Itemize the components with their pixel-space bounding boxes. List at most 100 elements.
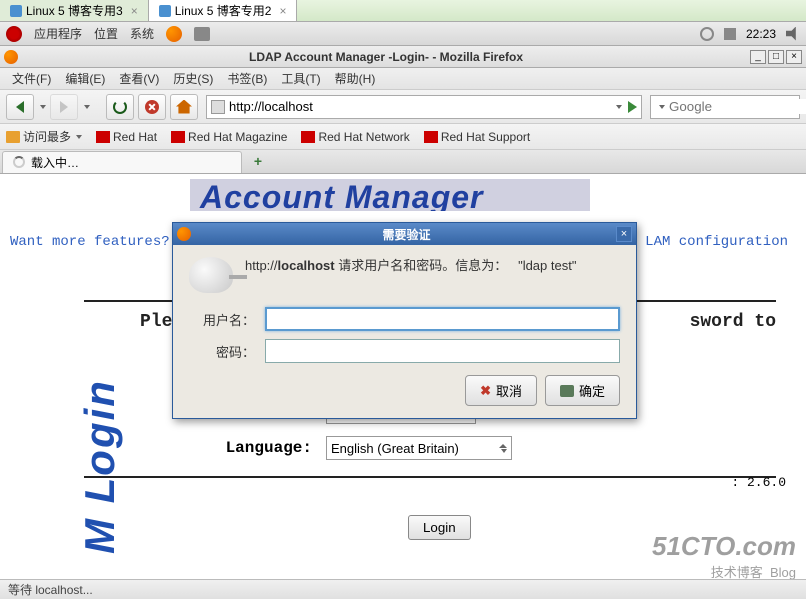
language-label: Language: (202, 439, 312, 457)
clock[interactable]: 22:23 (746, 27, 776, 41)
update-icon[interactable] (724, 28, 736, 40)
close-button[interactable]: × (786, 50, 802, 64)
auth-dialog: 需要验证 × http://localhost 请求用户名和密码。信息为： "l… (172, 222, 637, 419)
bookmark-label: Red Hat Magazine (188, 130, 287, 144)
ok-label: 确定 (579, 381, 605, 400)
vm-tab-label: Linux 5 博客专用2 (175, 2, 272, 19)
bookmark-label: Red Hat Network (318, 130, 409, 144)
menu-view[interactable]: 查看(V) (113, 68, 165, 89)
firefox-icon (177, 227, 191, 241)
gnome-panel: 应用程序 位置 系统 22:23 (0, 22, 806, 46)
menu-edit[interactable]: 编辑(E) (59, 68, 111, 89)
dialog-username-input[interactable] (265, 307, 620, 331)
dialog-username-label: 用户名： (189, 310, 265, 329)
lam-config-link[interactable]: LAM configuration (645, 234, 788, 250)
new-tab-button[interactable]: + (248, 153, 268, 171)
login-button[interactable]: Login (408, 515, 471, 540)
statusbar: 等待 localhost... (0, 579, 806, 599)
vm-icon (159, 5, 171, 17)
menu-help[interactable]: 帮助(H) (329, 68, 382, 89)
close-icon[interactable]: × (279, 4, 286, 18)
arrow-left-icon (16, 101, 24, 113)
dialog-password-label: 密码： (189, 342, 265, 361)
close-icon[interactable]: × (131, 4, 138, 18)
bookmark-rhmag[interactable]: Red Hat Magazine (171, 130, 287, 144)
reload-icon (113, 100, 127, 114)
site-identity-icon[interactable] (211, 100, 225, 114)
loading-spinner-icon (13, 156, 25, 168)
reload-button[interactable] (106, 94, 134, 120)
printer-icon[interactable] (194, 27, 210, 41)
page-tab-loading[interactable]: 载入中… (2, 151, 242, 173)
ok-button[interactable]: 确定 (545, 375, 620, 406)
maximize-button[interactable]: □ (768, 50, 784, 64)
nav-toolbar (0, 90, 806, 124)
language-value: English (Great Britain) (331, 441, 459, 456)
stop-button[interactable] (138, 94, 166, 120)
volume-icon[interactable] (786, 27, 800, 41)
url-input[interactable] (229, 99, 614, 114)
folder-icon (6, 131, 20, 143)
menu-system[interactable]: 系统 (130, 25, 154, 42)
cancel-label: 取消 (496, 381, 522, 400)
bookmark-rhsup[interactable]: Red Hat Support (424, 130, 530, 144)
redhat-icon (424, 131, 438, 143)
menu-history[interactable]: 历史(S) (167, 68, 219, 89)
redhat-icon (301, 131, 315, 143)
home-icon (176, 100, 192, 114)
lam-banner: Account Manager (190, 179, 590, 211)
dialog-close-button[interactable]: × (616, 226, 632, 242)
menu-file[interactable]: 文件(F) (6, 68, 57, 89)
menubar: 文件(F) 编辑(E) 查看(V) 历史(S) 书签(B) 工具(T) 帮助(H… (0, 68, 806, 90)
bookmark-redhat[interactable]: Red Hat (96, 130, 157, 144)
chevron-down-icon (76, 135, 82, 139)
redhat-icon (96, 131, 110, 143)
url-bar[interactable] (206, 95, 642, 119)
login-side-text: M Login (76, 379, 124, 554)
search-box[interactable] (650, 95, 800, 119)
firefox-icon (4, 50, 18, 64)
vm-tab-2[interactable]: Linux 5 博客专用2 × (149, 0, 298, 21)
bookmark-label: Red Hat (113, 130, 157, 144)
go-button[interactable] (628, 101, 637, 113)
network-icon[interactable] (700, 27, 714, 41)
divider (84, 476, 776, 478)
back-dropdown[interactable] (40, 105, 46, 109)
chevron-icon (501, 449, 507, 453)
login-instruction-right: sword to (690, 312, 776, 332)
features-link[interactable]: Want more features? (10, 234, 170, 250)
dialog-password-input[interactable] (265, 339, 620, 363)
status-text: 等待 localhost... (8, 581, 93, 598)
menu-tools[interactable]: 工具(T) (275, 68, 326, 89)
vm-tab-1[interactable]: Linux 5 博客专用3 × (0, 0, 149, 21)
dialog-titlebar[interactable]: 需要验证 × (173, 223, 636, 245)
vm-icon (10, 5, 22, 17)
menu-applications[interactable]: 应用程序 (34, 25, 82, 42)
key-icon (189, 257, 233, 293)
bookmark-most-visited[interactable]: 访问最多 (6, 128, 82, 145)
home-button[interactable] (170, 94, 198, 120)
tab-label: 载入中… (31, 154, 79, 171)
menu-bookmarks[interactable]: 书签(B) (221, 68, 273, 89)
cancel-button[interactable]: ✖ 取消 (465, 375, 537, 406)
redhat-icon[interactable] (6, 26, 22, 42)
minimize-button[interactable]: _ (750, 50, 766, 64)
menu-places[interactable]: 位置 (94, 25, 118, 42)
forward-dropdown[interactable] (84, 105, 90, 109)
url-dropdown-icon[interactable] (616, 105, 622, 109)
search-input[interactable] (669, 99, 806, 114)
bookmark-toolbar: 访问最多 Red Hat Red Hat Magazine Red Hat Ne… (0, 124, 806, 150)
stop-icon (145, 100, 159, 114)
redhat-icon (171, 131, 185, 143)
firefox-launcher-icon[interactable] (166, 26, 182, 42)
forward-button[interactable] (50, 94, 78, 120)
window-title: LDAP Account Manager -Login- - Mozilla F… (24, 50, 748, 64)
search-engine-dropdown[interactable] (659, 105, 665, 109)
cancel-icon: ✖ (480, 383, 491, 399)
language-select[interactable]: English (Great Britain) (326, 436, 512, 460)
dialog-message: http://localhost 请求用户名和密码。信息为： "ldap tes… (245, 257, 576, 293)
arrow-right-icon (60, 101, 68, 113)
bookmark-rhnet[interactable]: Red Hat Network (301, 130, 409, 144)
dialog-title: 需要验证 (197, 226, 616, 243)
back-button[interactable] (6, 94, 34, 120)
